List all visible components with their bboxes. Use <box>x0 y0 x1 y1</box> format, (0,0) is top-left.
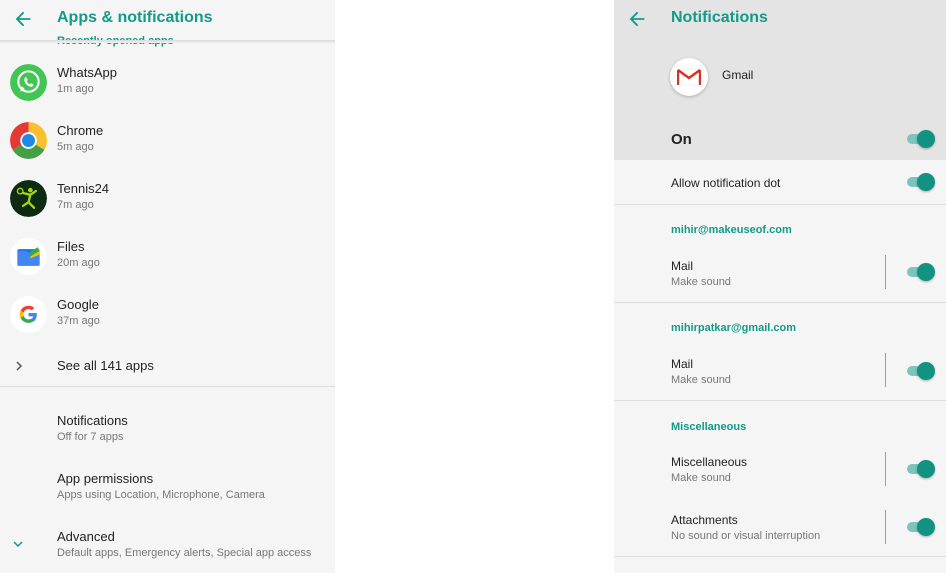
app-last-used: 5m ago <box>57 141 94 153</box>
notifications-on-toggle[interactable] <box>907 129 935 149</box>
chevron-down-icon <box>13 541 23 548</box>
gmail-app-avatar <box>670 58 708 96</box>
recent-app-tennis24[interactable]: Tennis24 7m ago <box>0 172 335 230</box>
whatsapp-icon <box>10 64 47 101</box>
misc-channel-toggle[interactable] <box>907 459 935 479</box>
account-header: mihirpatkar@gmail.com <box>671 322 797 334</box>
app-last-used: 37m ago <box>57 315 100 327</box>
advanced-setting[interactable]: Advanced Default apps, Emergency alerts,… <box>0 520 335 568</box>
toggle-knob <box>917 130 935 148</box>
setting-title: Advanced <box>57 529 115 544</box>
apps-notifications-screen: Apps & notifications Recently opened app… <box>0 0 335 573</box>
app-name: Tennis24 <box>57 181 110 196</box>
channel-subtitle: Make sound <box>671 472 731 484</box>
setting-subtitle: Off for 7 apps <box>57 431 124 443</box>
page-title: Notifications <box>671 9 768 26</box>
toggle-knob <box>917 263 935 281</box>
chevron-right-icon <box>16 361 23 371</box>
app-name: Google <box>57 297 99 312</box>
notifications-setting[interactable]: Notifications Off for 7 apps <box>0 404 335 452</box>
recent-app-files[interactable]: Files 20m ago <box>0 230 335 288</box>
toggle-knob <box>917 460 935 478</box>
app-name: Files <box>57 239 85 254</box>
app-name: WhatsApp <box>57 65 117 80</box>
see-all-apps-button[interactable]: See all 141 apps <box>0 352 335 386</box>
tennis24-icon <box>10 180 47 217</box>
section-divider <box>614 556 946 557</box>
files-icon <box>10 238 47 275</box>
vertical-separator <box>885 452 886 486</box>
attachments-channel-toggle[interactable] <box>907 517 935 537</box>
header-band <box>614 0 946 160</box>
toggle-knob <box>917 518 935 536</box>
page-title: Apps & notifications <box>57 9 213 26</box>
vertical-separator <box>885 255 886 289</box>
account-header: mihir@makeuseof.com <box>671 224 792 236</box>
attachments-channel[interactable]: Attachments No sound or visual interrupt… <box>614 506 946 548</box>
section-divider <box>614 302 946 303</box>
allow-notification-dot-toggle[interactable] <box>907 172 935 192</box>
channel-subtitle: Make sound <box>671 276 731 288</box>
vertical-separator <box>885 353 886 387</box>
back-arrow-icon[interactable] <box>626 8 648 30</box>
misc-channel[interactable]: Miscellaneous Make sound <box>614 448 946 490</box>
app-last-used: 7m ago <box>57 199 94 211</box>
channel-label: Mail <box>671 357 694 371</box>
channel-label: Miscellaneous <box>671 455 748 469</box>
allow-notification-dot-label: Allow notification dot <box>671 176 781 190</box>
toolbar-shadow <box>0 40 335 43</box>
channel-label: Mail <box>671 259 694 273</box>
misc-header: Miscellaneous <box>671 421 747 433</box>
account-mail-channel[interactable]: Mail Make sound <box>614 350 946 392</box>
app-name: Gmail <box>722 68 754 82</box>
setting-subtitle: Apps using Location, Microphone, Camera <box>57 489 265 501</box>
recent-app-google[interactable]: Google 37m ago <box>0 288 335 346</box>
channel-label: Attachments <box>671 513 738 527</box>
chrome-icon <box>10 122 47 159</box>
setting-title: Notifications <box>57 413 128 428</box>
recent-app-chrome[interactable]: Chrome 5m ago <box>0 114 335 172</box>
app-name: Chrome <box>57 123 104 138</box>
account-mail-channel[interactable]: Mail Make sound <box>614 252 946 294</box>
recent-app-whatsapp[interactable]: WhatsApp 1m ago <box>0 56 335 114</box>
section-divider <box>614 204 946 205</box>
app-last-used: 20m ago <box>57 257 100 269</box>
vertical-separator <box>885 510 886 544</box>
on-label: On <box>671 131 692 148</box>
toggle-knob <box>917 173 935 191</box>
setting-title: App permissions <box>57 471 154 486</box>
toggle-knob <box>917 362 935 380</box>
google-icon <box>10 296 47 333</box>
app-permissions-setting[interactable]: App permissions Apps using Location, Mic… <box>0 462 335 510</box>
channel-subtitle: Make sound <box>671 374 731 386</box>
see-all-apps-label: See all 141 apps <box>57 358 154 373</box>
mail-channel-toggle[interactable] <box>907 361 935 381</box>
section-divider <box>614 400 946 401</box>
mail-channel-toggle[interactable] <box>907 262 935 282</box>
setting-subtitle: Default apps, Emergency alerts, Special … <box>57 547 312 559</box>
section-divider <box>0 386 335 387</box>
back-arrow-icon[interactable] <box>12 8 34 30</box>
gmail-notifications-screen: Notifications Gmail On Allow notificatio… <box>614 0 946 573</box>
gmail-icon <box>677 68 701 86</box>
app-last-used: 1m ago <box>57 83 94 95</box>
channel-subtitle: No sound or visual interruption <box>671 530 821 542</box>
